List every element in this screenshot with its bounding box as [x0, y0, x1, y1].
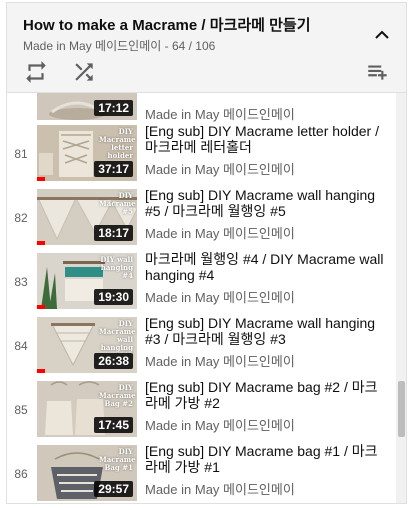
- playlist-add-icon[interactable]: [365, 59, 391, 85]
- video-thumbnail[interactable]: DIY Macrame Bag #2 17:45: [37, 381, 137, 437]
- playlist-item[interactable]: 17:12 Made in May 메이드인메이: [7, 93, 396, 124]
- playlist-item[interactable]: 84 DIY Macrame wall hanging #3 26:38 [En…: [7, 313, 396, 377]
- thumbnail-caption: DIY wall hanging #4: [100, 255, 133, 280]
- playlist-item[interactable]: 86 DIY Macrame Bag #1 29:57 [Eng sub] DI…: [7, 441, 396, 503]
- video-channel: Made in May 메이드인메이: [145, 162, 295, 177]
- playlist-items: 17:12 Made in May 메이드인메이 81 DIY Macrame …: [7, 93, 406, 503]
- playlist-item[interactable]: 81 DIY Macrame letter holder 37:17 [Eng …: [7, 121, 396, 185]
- video-title[interactable]: 마크라메 월행잉 #4 / DIY Macrame wall hanging #…: [145, 251, 385, 283]
- video-channel: Made in May 메이드인메이: [145, 290, 295, 305]
- video-channel: Made in May 메이드인메이: [145, 482, 295, 497]
- thumbnail-caption: DIY Macrame Bag #2: [99, 383, 136, 408]
- video-duration: 19:30: [94, 289, 133, 305]
- watch-progress-bar: [37, 177, 45, 181]
- video-thumbnail[interactable]: DIY wall hanging #4 19:30: [37, 253, 137, 309]
- video-duration: 17:12: [94, 100, 133, 116]
- playlist-item[interactable]: 83 DIY wall hanging #4 19:30 마크라메 월행잉 #4…: [7, 249, 396, 313]
- playlist-header: How to make a Macrame / 마크라메 만들기 Made in…: [7, 3, 406, 93]
- playlist-item[interactable]: 85 DIY Macrame Bag #2 17:45 [Eng sub] DI…: [7, 377, 396, 441]
- video-channel: Made in May 메이드인메이: [145, 354, 295, 369]
- video-title[interactable]: [Eng sub] DIY Macrame bag #1 / 마크라메 가방 #…: [145, 443, 385, 475]
- loop-icon[interactable]: [23, 59, 49, 85]
- thumbnail-caption: DIY Macrame letter holder: [99, 127, 136, 160]
- subtitle-separator: -: [161, 39, 172, 53]
- playlist-panel: How to make a Macrame / 마크라메 만들기 Made in…: [6, 2, 407, 504]
- video-thumbnail[interactable]: DIY Macrame #5 18:17: [37, 189, 137, 245]
- item-index: 82: [14, 211, 28, 225]
- thumbnail-caption: DIY Macrame Bag #1: [99, 447, 136, 472]
- video-duration: 37:17: [94, 161, 133, 177]
- item-index: 83: [14, 275, 28, 289]
- video-duration: 29:57: [94, 481, 133, 497]
- video-thumbnail[interactable]: DIY Macrame Bag #1 29:57: [37, 445, 137, 501]
- video-duration: 26:38: [94, 353, 133, 369]
- video-duration: 18:17: [94, 225, 133, 241]
- video-title[interactable]: [Eng sub] DIY Macrame bag #2 / 마크라메 가방 #…: [145, 379, 385, 411]
- thumbnail-caption: DIY Macrame #5: [99, 191, 136, 216]
- playlist-channel[interactable]: Made in May 메이드인메이: [23, 39, 161, 53]
- video-title[interactable]: [Eng sub] DIY Macrame letter holder / 마크…: [145, 123, 385, 155]
- video-channel: Made in May 메이드인메이: [145, 226, 295, 241]
- video-thumbnail[interactable]: 17:12: [37, 93, 137, 120]
- watch-progress-bar: [37, 241, 45, 245]
- video-thumbnail[interactable]: DIY Macrame wall hanging #3 26:38: [37, 317, 137, 373]
- watch-progress-bar: [37, 369, 45, 373]
- video-thumbnail[interactable]: DIY Macrame letter holder 37:17: [37, 125, 137, 181]
- playlist-subtitle: Made in May 메이드인메이 - 64 / 106: [23, 37, 215, 54]
- video-title[interactable]: [Eng sub] DIY Macrame wall hanging #3 / …: [145, 315, 385, 347]
- shuffle-icon[interactable]: [71, 59, 97, 85]
- playlist-position: 64 / 106: [171, 39, 216, 53]
- item-index: 81: [14, 147, 28, 161]
- playlist-title[interactable]: How to make a Macrame / 마크라메 만들기: [23, 14, 311, 35]
- video-title[interactable]: [Eng sub] DIY Macrame wall hanging #5 / …: [145, 187, 385, 219]
- chevron-up-icon[interactable]: [370, 23, 394, 47]
- video-duration: 17:45: [94, 417, 133, 433]
- video-channel: Made in May 메이드인메이: [145, 418, 295, 433]
- item-index: 84: [14, 339, 28, 353]
- playlist-item[interactable]: 82 DIY Macrame #5 18:17 [Eng sub] DIY Ma…: [7, 185, 396, 249]
- watch-progress-bar: [37, 305, 45, 309]
- item-index: 86: [14, 467, 28, 481]
- item-index: 85: [14, 403, 28, 417]
